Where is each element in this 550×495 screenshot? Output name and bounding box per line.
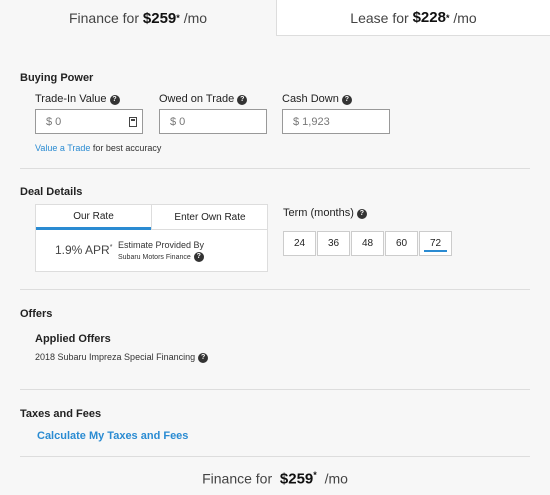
- estimate-provider-label: Estimate Provided By: [118, 240, 205, 250]
- apr-mark: *: [109, 244, 113, 251]
- calculator-icon[interactable]: [129, 117, 137, 127]
- tab-finance-mark: *: [176, 13, 180, 23]
- apr-value: 1.9% APR*: [55, 243, 112, 257]
- cash-down-label-text: Cash Down: [282, 93, 339, 105]
- value-trade-row: Value a Trade for best accuracy: [35, 143, 161, 153]
- footer-mark: *: [313, 470, 317, 480]
- cash-down-value: $ 1,923: [293, 115, 330, 128]
- rate-box: Our Rate Enter Own Rate 1.9% APR* Estima…: [35, 204, 268, 272]
- term-option-36[interactable]: 36: [317, 231, 350, 256]
- owed-on-trade-label-text: Owed on Trade: [159, 93, 235, 105]
- term-label-text: Term (months): [283, 207, 354, 219]
- deal-details-title: Deal Details: [20, 186, 83, 198]
- finance-summary: Finance for $259* /mo: [0, 470, 550, 488]
- question-circle-icon[interactable]: ?: [193, 252, 204, 262]
- divider: [20, 389, 530, 390]
- question-circle-icon[interactable]: ?: [198, 353, 209, 363]
- trade-in-value: $ 0: [46, 115, 62, 128]
- term-option-24[interactable]: 24: [283, 231, 316, 256]
- tab-lease-suffix: /mo: [453, 9, 477, 26]
- term-label: Term (months)?: [283, 207, 367, 219]
- tab-enter-own-rate[interactable]: Enter Own Rate: [151, 205, 268, 230]
- tab-lease[interactable]: Lease for $228 * /mo: [276, 0, 550, 36]
- question-circle-icon[interactable]: ?: [356, 209, 367, 219]
- value-trade-link[interactable]: Value a Trade: [35, 143, 90, 153]
- term-option-72[interactable]: 72: [419, 231, 452, 256]
- question-circle-icon[interactable]: ?: [109, 95, 120, 105]
- applied-offer-text: 2018 Subaru Impreza Special Financing: [35, 352, 196, 362]
- term-option-48[interactable]: 48: [351, 231, 384, 256]
- value-trade-hint: for best accuracy: [90, 143, 162, 153]
- applied-offer-item: 2018 Subaru Impreza Special Financing?: [35, 352, 209, 363]
- divider: [20, 289, 530, 290]
- tab-finance-prefix: Finance for: [68, 10, 140, 26]
- divider: [20, 168, 530, 169]
- estimate-provider-name-text: Subaru Motors Finance: [118, 254, 191, 261]
- cash-down-input[interactable]: $ 1,923: [282, 109, 390, 134]
- owed-on-trade-value: $ 0: [170, 115, 186, 128]
- tab-lease-mark: *: [445, 12, 450, 23]
- calculate-taxes-link[interactable]: Calculate My Taxes and Fees: [37, 430, 188, 442]
- footer-suffix: /mo: [320, 470, 348, 487]
- trade-in-label: Trade-In Value?: [35, 93, 120, 105]
- buying-power-title: Buying Power: [20, 72, 94, 84]
- tab-finance-amount: $259: [142, 9, 177, 27]
- applied-offers-heading: Applied Offers: [35, 333, 111, 345]
- owed-on-trade-label: Owed on Trade?: [159, 93, 248, 105]
- cash-down-label: Cash Down?: [282, 93, 352, 105]
- footer-amount: $259: [279, 470, 314, 488]
- divider: [20, 456, 530, 457]
- question-circle-icon[interactable]: ?: [237, 95, 248, 105]
- trade-in-label-text: Trade-In Value: [35, 93, 107, 105]
- offers-title: Offers: [20, 308, 53, 320]
- tab-lease-prefix: Lease for: [350, 9, 409, 26]
- tab-our-rate[interactable]: Our Rate: [36, 205, 151, 230]
- estimate-provider-name: Subaru Motors Finance?: [118, 252, 204, 262]
- footer-prefix: Finance for: [202, 470, 277, 487]
- tab-finance[interactable]: Finance for $259 * /mo: [0, 0, 276, 36]
- tab-finance-suffix: /mo: [183, 10, 208, 26]
- term-option-60[interactable]: 60: [385, 231, 418, 256]
- payment-tabs: Finance for $259 * /mo Lease for $228 * /m…: [0, 0, 550, 36]
- question-circle-icon[interactable]: ?: [341, 95, 352, 105]
- owed-on-trade-input[interactable]: $ 0: [159, 109, 267, 134]
- trade-in-input[interactable]: $ 0: [35, 109, 143, 134]
- apr-text: 1.9% APR: [55, 243, 110, 257]
- taxes-fees-title: Taxes and Fees: [20, 408, 102, 420]
- tab-lease-amount: $228: [412, 9, 446, 26]
